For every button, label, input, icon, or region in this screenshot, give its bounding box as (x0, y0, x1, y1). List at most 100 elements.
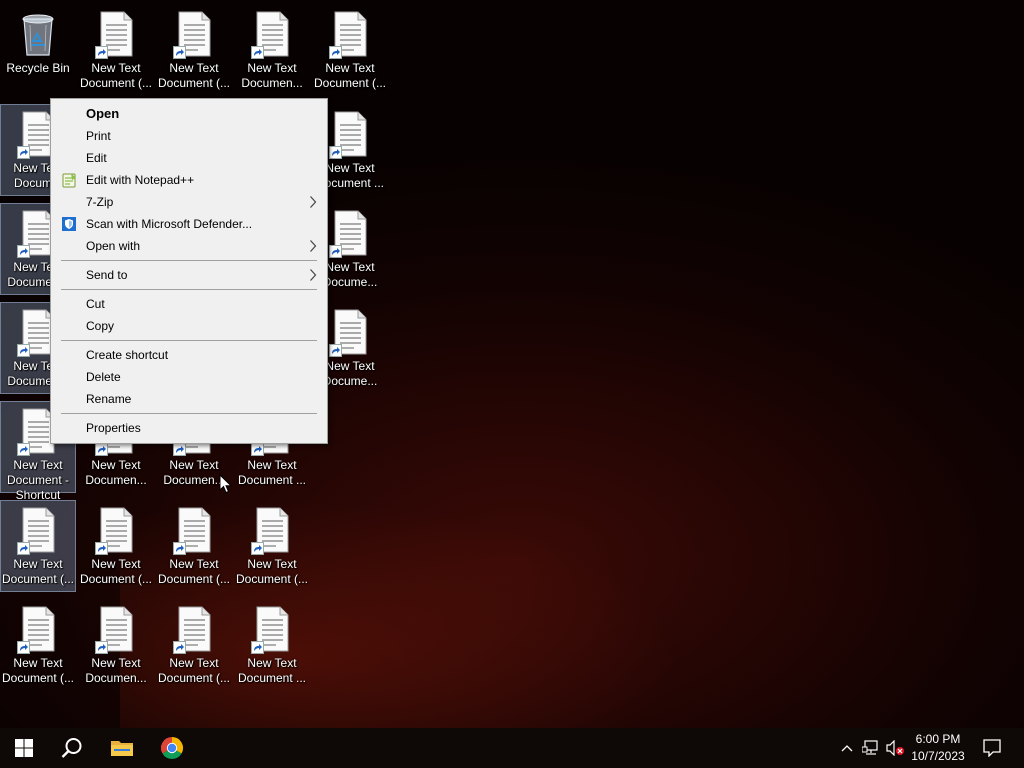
desktop-icon-label: New Text Document (... (1, 557, 75, 586)
menu-item-label: Delete (86, 370, 121, 384)
desktop-icon-label: New Text Documen... (85, 656, 147, 685)
menu-item-label: Send to (86, 268, 128, 282)
text-file-icon (17, 507, 56, 555)
shortcut-arrow-icon (95, 443, 108, 456)
menu-item-label: Rename (86, 392, 132, 406)
start-button[interactable] (0, 728, 48, 768)
shortcut-arrow-icon (173, 443, 186, 456)
clock-date: 10/7/2023 (911, 749, 965, 763)
menu-item-open[interactable]: Open (53, 103, 325, 125)
menu-item-label: Edit with Notepad++ (86, 173, 195, 187)
text-document-desktop-icon[interactable]: New Text Document (... (78, 4, 154, 96)
menu-separator (61, 413, 317, 414)
chrome-icon (160, 737, 184, 760)
menu-item-send-to[interactable]: Send to (53, 264, 325, 286)
shortcut-arrow-icon (251, 443, 264, 456)
menu-item-create-shortcut[interactable]: Create shortcut (53, 344, 325, 366)
desktop-icon-label: New Text Document (... (157, 656, 231, 685)
desktop-icon-label: New Text Document (... (1, 656, 75, 685)
shortcut-arrow-icon (329, 245, 342, 258)
menu-item-label: Cut (86, 297, 105, 311)
context-menu: Open Print Edit Edit with Notepad++ 7-Zip Sca… (50, 98, 328, 444)
clock-time: 6:00 PM (915, 732, 961, 746)
menu-item-label: Open (86, 106, 120, 121)
text-file-icon (17, 606, 56, 654)
text-document-desktop-icon[interactable]: New Text Document (... (156, 500, 232, 592)
text-document-desktop-icon[interactable]: New Text Document ... (234, 599, 310, 691)
menu-item-properties[interactable]: Properties (53, 417, 325, 439)
text-file-icon (329, 111, 368, 159)
submenu-chevron-right-icon (309, 195, 317, 209)
text-document-desktop-icon[interactable]: New Text Document (... (312, 4, 388, 96)
text-file-icon (95, 606, 134, 654)
clock[interactable]: 6:00 PM 10/7/2023 (906, 731, 970, 765)
text-document-desktop-icon[interactable]: New Text Document (... (78, 500, 154, 592)
menu-item-delete[interactable]: Delete (53, 366, 325, 388)
recycle-bin-desktop-icon[interactable]: Recycle Bin (0, 4, 76, 96)
mouse-cursor-icon (219, 474, 232, 494)
desktop-icon-label: New Text Document (... (313, 61, 387, 90)
desktop-icon-label: New Text Document ... (237, 656, 307, 685)
shortcut-arrow-icon (251, 46, 264, 59)
action-center-button[interactable] (978, 728, 1006, 768)
shortcut-arrow-icon (17, 542, 30, 555)
menu-item-copy[interactable]: Copy (53, 315, 325, 337)
menu-item-label: Print (86, 129, 111, 143)
desktop-icon-label: New Text Document (... (79, 557, 153, 586)
menu-item-label: 7-Zip (86, 195, 114, 209)
shortcut-arrow-icon (251, 542, 264, 555)
shortcut-arrow-icon (329, 146, 342, 159)
network-button[interactable] (860, 728, 882, 768)
desktop-icon-label: New Text Document ... (237, 458, 307, 487)
shortcut-arrow-icon (173, 542, 186, 555)
menu-item-open-with[interactable]: Open with (53, 235, 325, 257)
menu-separator (61, 340, 317, 341)
search-button[interactable] (48, 728, 96, 768)
submenu-chevron-right-icon (309, 268, 317, 282)
notification-icon (983, 739, 1001, 757)
text-document-desktop-icon[interactable]: New Text Documen... (234, 4, 310, 96)
menu-item-cut[interactable]: Cut (53, 293, 325, 315)
menu-separator (61, 260, 317, 261)
menu-item-print[interactable]: Print (53, 125, 325, 147)
shortcut-arrow-icon (17, 443, 30, 456)
menu-item-edit[interactable]: Edit (53, 147, 325, 169)
text-document-desktop-icon[interactable]: New Text Document (... (0, 599, 76, 691)
desktop-icon-label: New Text Documen... (241, 61, 303, 90)
text-document-desktop-icon[interactable]: New Text Document (... (0, 500, 76, 592)
text-document-desktop-icon[interactable]: New Text Documen... (78, 599, 154, 691)
menu-item-rename[interactable]: Rename (53, 388, 325, 410)
menu-item-label: Create shortcut (86, 348, 169, 362)
chrome-button[interactable] (148, 728, 196, 768)
menu-item-scan-with-defender[interactable]: Scan with Microsoft Defender... (53, 213, 325, 235)
shortcut-arrow-icon (329, 344, 342, 357)
text-document-desktop-icon[interactable]: New Text Document (... (156, 4, 232, 96)
show-hidden-icons-button[interactable] (838, 728, 856, 768)
text-file-icon (329, 11, 368, 59)
shortcut-arrow-icon (173, 641, 186, 654)
text-file-icon (251, 11, 290, 59)
menu-item-7zip[interactable]: 7-Zip (53, 191, 325, 213)
menu-item-label: Copy (86, 319, 115, 333)
menu-item-edit-with-notepadpp[interactable]: Edit with Notepad++ (53, 169, 325, 191)
desktop-icon-label: New Text Document (... (79, 61, 153, 90)
notepadpp-icon (61, 172, 77, 188)
shortcut-arrow-icon (17, 641, 30, 654)
shortcut-arrow-icon (17, 344, 30, 357)
text-file-icon (329, 210, 368, 258)
shortcut-arrow-icon (17, 245, 30, 258)
menu-separator (61, 289, 317, 290)
shortcut-arrow-icon (329, 46, 342, 59)
volume-button[interactable] (884, 728, 906, 768)
text-document-desktop-icon[interactable]: New Text Document (... (156, 599, 232, 691)
file-explorer-button[interactable] (98, 728, 146, 768)
text-file-icon (251, 507, 290, 555)
recycle-bin-icon (18, 11, 58, 57)
shortcut-arrow-icon (251, 641, 264, 654)
desktop-icon-label: New Text Document (... (157, 557, 231, 586)
text-document-desktop-icon[interactable]: New Text Document (... (234, 500, 310, 592)
text-file-icon (173, 11, 212, 59)
menu-item-label: Open with (86, 239, 141, 253)
desktop-icon-label: New Text Document (... (235, 557, 309, 586)
desktop-icon-label: Recycle Bin (6, 61, 70, 75)
